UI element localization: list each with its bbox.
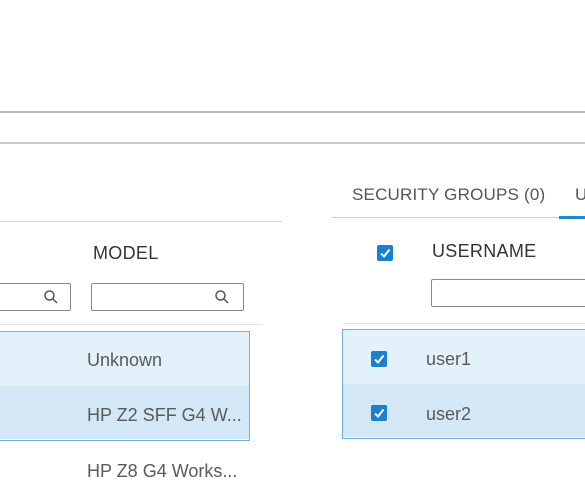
username-cell: user2 (426, 404, 472, 424)
model-search-input[interactable] (91, 283, 244, 311)
table-header-divider (0, 221, 282, 222)
model-search-field[interactable] (98, 287, 213, 307)
tab-users[interactable]: U (575, 185, 585, 205)
filter-row-divider (0, 324, 262, 325)
model-cell: Unknown (87, 350, 163, 370)
model-cell: HP Z2 SFF G4 W... (87, 405, 242, 425)
header-bar-top-line (0, 111, 585, 113)
filter-row-divider (343, 323, 585, 324)
checkmark-icon (374, 408, 385, 419)
header-bar-bottom-line (0, 142, 585, 144)
model-column-header[interactable]: MODEL (93, 243, 159, 264)
active-tab-indicator (559, 216, 585, 219)
checkmark-icon (380, 248, 391, 259)
search-icon[interactable] (43, 289, 59, 305)
username-column-header[interactable]: USERNAME (432, 241, 536, 262)
username-cell: user1 (426, 349, 472, 369)
username-search-input[interactable] (431, 279, 585, 307)
previous-column-search-input[interactable] (0, 283, 71, 311)
user-row-checkbox[interactable] (371, 351, 387, 367)
model-cell: HP Z8 G4 Works... (87, 461, 238, 481)
previous-column-search-field[interactable] (1, 287, 40, 307)
tab-security-groups[interactable]: SECURITY GROUPS (0) (352, 185, 545, 205)
search-icon[interactable] (214, 289, 230, 305)
tabs-underline (332, 217, 560, 218)
username-search-field[interactable] (438, 283, 570, 303)
checkmark-icon (374, 354, 385, 365)
select-all-checkbox[interactable] (377, 245, 393, 261)
user-row-checkbox[interactable] (371, 405, 387, 421)
